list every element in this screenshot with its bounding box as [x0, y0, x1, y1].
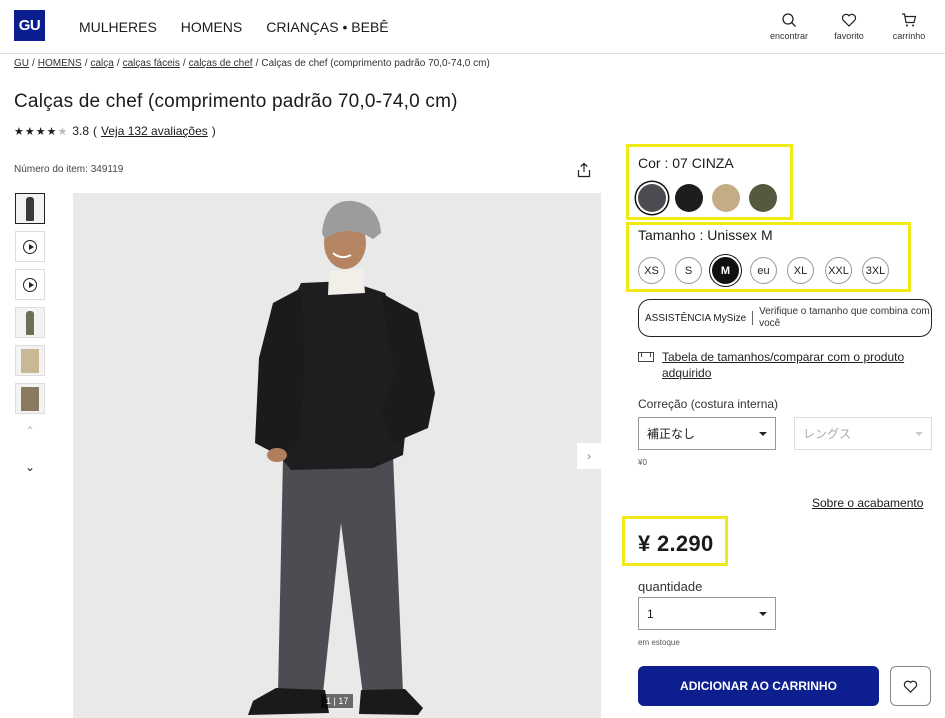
- cart-label: carrinho: [892, 31, 926, 41]
- site-header: GU MULHERES HOMENS CRIANÇAS • BEBÊ encon…: [0, 0, 945, 54]
- divider: [752, 311, 754, 325]
- thumbnail-list: ⌃ ⌄: [15, 193, 47, 474]
- caret-down-icon: [759, 611, 767, 616]
- color-swatch-cinza[interactable]: [638, 184, 666, 212]
- thumbnail-video-1[interactable]: [15, 231, 45, 262]
- length-select-value: レングス: [803, 427, 852, 441]
- favorites-button[interactable]: favorito: [827, 12, 871, 41]
- nav-mulheres[interactable]: MULHERES: [79, 19, 157, 35]
- chevron-right-icon[interactable]: ›: [577, 443, 601, 469]
- color-swatch-preto[interactable]: [675, 184, 703, 212]
- nav-criancas-bebe[interactable]: CRIANÇAS • BEBÊ: [266, 19, 388, 35]
- breadcrumb-calcas-faceis[interactable]: calças fáceis: [123, 58, 180, 69]
- breadcrumb: GU / HOMENS / calça / calças fáceis / calças de …: [14, 58, 490, 69]
- favorites-label: favorito: [834, 31, 864, 41]
- stock-status: em estoque: [638, 638, 680, 647]
- size-option-s[interactable]: S: [675, 257, 702, 284]
- size-option-xs[interactable]: XS: [638, 257, 665, 284]
- correction-label: Correção (costura interna): [638, 397, 779, 411]
- play-icon: [23, 239, 37, 254]
- mysize-assistant-button[interactable]: ASSISTÊNCIA MySize Verifique o tamanho q…: [638, 299, 932, 337]
- search-button[interactable]: encontrar: [767, 12, 811, 41]
- search-label: encontrar: [769, 31, 809, 41]
- caret-down-icon: [915, 431, 923, 436]
- product-title: Calças de chef (comprimento padrão 70,0-…: [14, 91, 458, 112]
- add-to-favorites-button[interactable]: [890, 666, 931, 706]
- nav-homens[interactable]: HOMENS: [181, 19, 242, 35]
- mysize-text: Verifique o tamanho que combina com você: [759, 306, 930, 329]
- mysize-brand: ASSISTÊNCIA MySize: [645, 312, 747, 324]
- correction-price: ¥0: [638, 458, 647, 467]
- cart-button[interactable]: carrinho: [887, 12, 931, 41]
- size-option-m[interactable]: M: [712, 257, 739, 284]
- product-price: ¥ 2.290: [638, 531, 714, 556]
- chevron-up-icon[interactable]: ⌃: [15, 424, 45, 438]
- cart-icon: [902, 13, 917, 27]
- header-actions: encontrar favorito carrinho: [767, 12, 931, 41]
- add-to-cart-button[interactable]: ADICIONAR AO CARRINHO: [638, 666, 879, 706]
- main-nav: MULHERES HOMENS CRIANÇAS • BEBÊ: [79, 19, 389, 35]
- size-chart-text: Tabela de tamanhos/comparar com o produt…: [662, 350, 905, 380]
- breadcrumb-gu[interactable]: GU: [14, 58, 29, 69]
- size-option-xl[interactable]: XL: [787, 257, 814, 284]
- caret-down-icon: [759, 431, 767, 436]
- image-counter: 1 | 17: [321, 694, 354, 708]
- item-number: Número do item: 349119: [14, 164, 124, 175]
- breadcrumb-homens[interactable]: HOMENS: [38, 58, 82, 69]
- search-icon: [782, 13, 796, 27]
- star-rating-icon: ★★★★★: [14, 125, 69, 138]
- finish-info-link[interactable]: Sobre o acabamento: [812, 496, 923, 510]
- thumbnail-1[interactable]: [15, 193, 45, 224]
- reviews-link[interactable]: Veja 132 avaliações: [101, 124, 208, 138]
- breadcrumb-calcas-de-chef[interactable]: calças de chef: [189, 58, 253, 69]
- quantity-label: quantidade: [638, 579, 703, 594]
- thumbnail-video-2[interactable]: [15, 269, 45, 300]
- model-photo: [73, 193, 601, 718]
- ruler-icon: [638, 352, 654, 362]
- breadcrumb-calca[interactable]: calça: [90, 58, 113, 69]
- gu-logo[interactable]: GU: [14, 10, 45, 41]
- rating: ★★★★★ 3.8 (Veja 132 avaliações): [14, 124, 216, 138]
- color-label: Cor : 07 CINZA: [638, 155, 734, 171]
- size-label: Tamanho : Unissex M: [638, 227, 773, 243]
- thumbnail-6[interactable]: [15, 383, 45, 414]
- breadcrumb-current: Calças de chef (comprimento padrão 70,0-…: [261, 58, 490, 69]
- size-chart-link[interactable]: Tabela de tamanhos/comparar com o produt…: [638, 349, 930, 381]
- thumbnail-5[interactable]: [15, 345, 45, 376]
- rating-score: 3.8: [72, 124, 90, 138]
- size-option-l[interactable]: eu: [750, 257, 777, 284]
- size-option-3xl[interactable]: 3XL: [862, 257, 889, 284]
- heart-icon: [903, 680, 918, 693]
- play-icon: [23, 277, 37, 292]
- length-select: レングス: [794, 417, 932, 450]
- size-option-xxl[interactable]: XXL: [825, 257, 852, 284]
- correction-select[interactable]: 補正なし: [638, 417, 776, 450]
- quantity-value: 1: [647, 606, 654, 621]
- quantity-select[interactable]: 1: [638, 597, 776, 630]
- heart-icon: [841, 13, 857, 27]
- color-swatch-bege[interactable]: [712, 184, 740, 212]
- thumbnail-4[interactable]: [15, 307, 45, 338]
- chevron-down-icon[interactable]: ⌄: [15, 460, 45, 474]
- correction-select-value: 補正なし: [647, 427, 696, 441]
- share-icon[interactable]: [576, 162, 592, 178]
- product-image[interactable]: › 1 | 17: [73, 193, 601, 718]
- color-swatch-oliva[interactable]: [749, 184, 777, 212]
